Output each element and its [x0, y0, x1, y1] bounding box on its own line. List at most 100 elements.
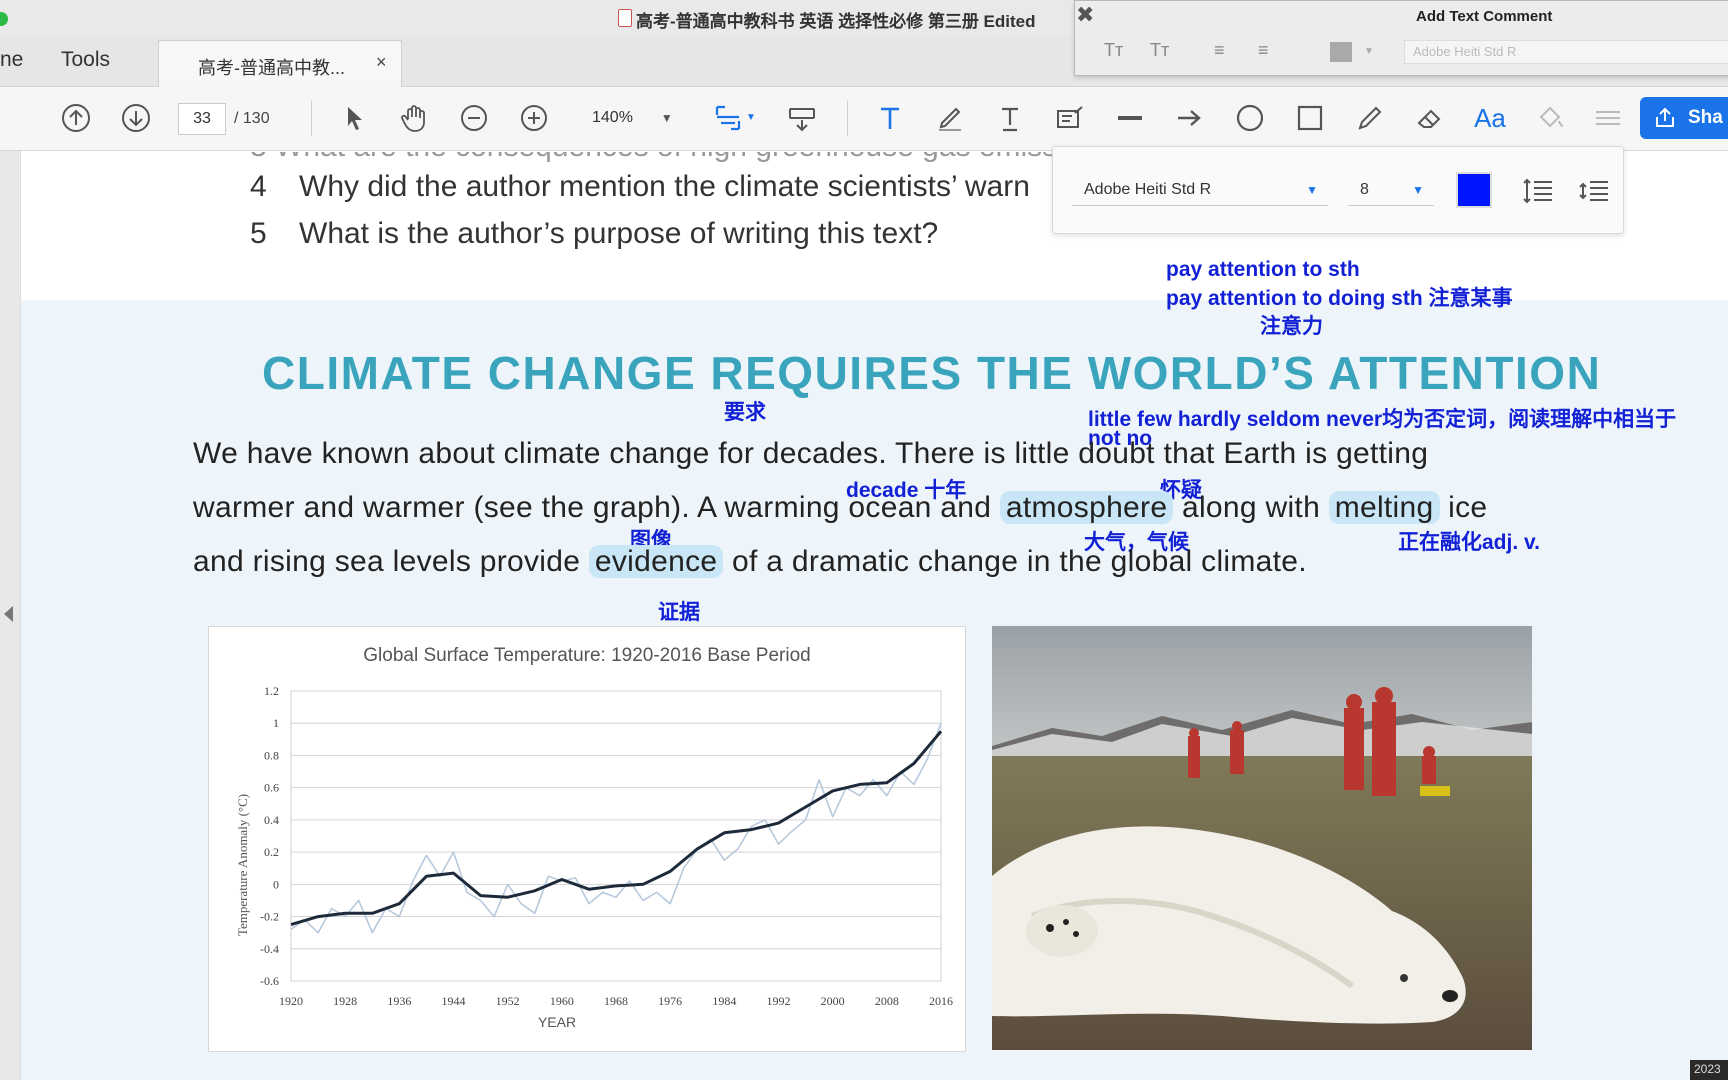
chart-x-tick-label: 1960: [550, 994, 574, 1008]
window-title: 高考-普通高中教科书 英语 选择性必修 第三册 Edited: [636, 12, 1036, 31]
annotation-attention-meaning[interactable]: 注意力: [1260, 310, 1323, 340]
eraser-icon[interactable]: [1412, 100, 1448, 136]
highlight-melting[interactable]: melting: [1328, 491, 1440, 524]
chart-x-tick-label: 1936: [387, 994, 411, 1008]
chart-x-tick-label: 1944: [442, 994, 466, 1008]
next-page-icon[interactable]: [118, 100, 154, 136]
paragraph-text: along with: [1173, 491, 1329, 524]
chevron-down-icon[interactable]: ▼: [1364, 46, 1374, 57]
font-color-swatch[interactable]: [1456, 172, 1492, 208]
chart-y-tick-label: 0.6: [264, 781, 279, 795]
fit-page-icon[interactable]: [710, 100, 746, 136]
line-weight-icon[interactable]: [1590, 100, 1626, 136]
highlight-atmosphere[interactable]: atmosphere: [999, 491, 1174, 524]
chart-y-tick-label: 0.4: [264, 813, 279, 827]
select-arrow-icon[interactable]: [336, 100, 372, 136]
close-icon[interactable]: ✖: [1076, 2, 1094, 28]
polar-bear-photo: [992, 626, 1532, 1050]
zoom-level-select[interactable]: 140% ▼: [578, 103, 678, 133]
chart-y-tick-label: 1: [273, 716, 279, 730]
fill-color-icon[interactable]: [1532, 100, 1568, 136]
line-tool-icon[interactable]: [1112, 100, 1148, 136]
pencil-icon[interactable]: [1352, 100, 1388, 136]
tab-close-icon[interactable]: ×: [376, 52, 387, 73]
chart-y-tick-label: 0.8: [264, 748, 279, 762]
chart-y-tick-label: -0.2: [260, 910, 279, 924]
rectangle-tool-icon[interactable]: [1292, 100, 1328, 136]
highlight-icon[interactable]: [932, 100, 968, 136]
annotation-negatives[interactable]: little few hardly seldom never均为否定词，阅读理解…: [1088, 403, 1676, 433]
chart-x-tick-label: 1976: [658, 994, 682, 1008]
question-4-number: 4: [250, 170, 267, 203]
font-size-select[interactable]: 8 ▼: [1348, 176, 1434, 206]
pdf-document-icon: [618, 9, 632, 27]
add-text-icon[interactable]: [872, 100, 908, 136]
chart-x-tick-label: 1984: [712, 994, 736, 1008]
text-properties-icon[interactable]: Aa: [1472, 100, 1508, 136]
chart-x-tick-label: 2008: [875, 994, 899, 1008]
chart-x-tick-label: 1920: [279, 994, 303, 1008]
chart-y-label: Temperature Anomaly (°C): [235, 794, 250, 936]
tab-tools[interactable]: Tools: [61, 48, 110, 72]
hand-tool-icon[interactable]: [396, 100, 432, 136]
paragraph-text: warmer and warmer (see the graph). A war…: [193, 491, 1000, 524]
chart-y-ticks: 1.2 1 0.8 0.6 0.4 0.2 0 -0.2 -0.4 -0.6: [260, 684, 279, 988]
chart-series: [290, 722, 943, 934]
decrease-font-size-icon[interactable]: Tт: [1104, 40, 1123, 61]
previous-page-icon[interactable]: [58, 100, 94, 136]
line-spacing-icon[interactable]: [1522, 176, 1554, 211]
text-color-swatch[interactable]: [1330, 42, 1352, 62]
chart-x-tick-label: 1968: [604, 994, 628, 1008]
annotation-pay-attention-1[interactable]: pay attention to sth: [1166, 258, 1360, 282]
line-spacing-icon[interactable]: ≡: [1214, 40, 1225, 61]
timestamp-overlay: 2023: [1690, 1060, 1728, 1080]
chevron-down-icon: ▼: [660, 111, 673, 125]
expand-panel-icon[interactable]: [4, 606, 13, 622]
chart-y-tick-label: -0.6: [260, 974, 279, 988]
chart-y-tick-label: -0.4: [260, 942, 279, 956]
chart-title: Global Surface Temperature: 1920-2016 Ba…: [363, 645, 810, 666]
annotation-melting[interactable]: 正在融化adj. v.: [1398, 526, 1540, 556]
paragraph-text: ice: [1439, 491, 1488, 524]
text-underline-icon[interactable]: [992, 100, 1028, 136]
toolbar-divider: [847, 100, 848, 136]
chart-x-tick-label: 2000: [821, 994, 845, 1008]
arrow-tool-icon[interactable]: [1172, 100, 1208, 136]
chart-x-tick-label: 1992: [767, 994, 791, 1008]
chart-y-tick-label: 0.2: [264, 845, 279, 859]
page-number-input[interactable]: 33: [178, 103, 226, 135]
tab-home[interactable]: ne: [0, 48, 23, 72]
highlight-evidence[interactable]: evidence: [588, 545, 724, 578]
increase-font-size-icon[interactable]: Tт: [1150, 40, 1169, 61]
annotation-pay-attention-2[interactable]: pay attention to doing sth 注意某事: [1166, 282, 1512, 312]
zoom-in-icon[interactable]: [516, 100, 552, 136]
toolbar-divider: [311, 100, 312, 136]
text-box-icon[interactable]: [1052, 100, 1088, 136]
font-family-select[interactable]: Adobe Heiti Std R ▼: [1072, 176, 1328, 206]
page-total: / 130: [234, 110, 270, 127]
chart-series-line-annual: [290, 722, 942, 934]
comment-font-field[interactable]: Adobe Heiti Std R: [1404, 40, 1728, 64]
share-icon: [1656, 107, 1674, 127]
font-size-value: 8: [1360, 181, 1369, 198]
annotation-evidence[interactable]: 证据: [658, 596, 700, 626]
paragraph-spacing-icon[interactable]: [1578, 176, 1610, 211]
zoom-out-icon[interactable]: [456, 100, 492, 136]
ellipse-tool-icon[interactable]: [1232, 100, 1268, 136]
chart-plot-frame: [290, 690, 942, 982]
chart-x-tick-label: 1952: [496, 994, 520, 1008]
share-button[interactable]: Sha: [1640, 97, 1728, 139]
paragraph-spacing-icon[interactable]: ≡: [1258, 40, 1269, 61]
font-family-value: Adobe Heiti Std R: [1084, 181, 1212, 198]
paragraph-text: and rising sea levels provide: [193, 545, 589, 578]
chart-x-ticks: 1920 1928 1936 1944 1952 1960 1968 1976 1984 1992…: [279, 994, 953, 1008]
chart-x-tick-label: 1928: [333, 994, 357, 1008]
add-text-comment-panel: [1074, 0, 1728, 76]
comment-panel-title: Add Text Comment: [1416, 8, 1553, 25]
paragraph-line-2: warmer and warmer (see the graph). A war…: [193, 491, 1487, 525]
chevron-down-icon[interactable]: ▼: [746, 112, 756, 123]
annotation-requires[interactable]: 要求: [724, 396, 766, 426]
keyboard-scroll-icon[interactable]: [784, 100, 820, 136]
paragraph-line-3: and rising sea levels provide evidence o…: [193, 545, 1307, 579]
question-4-text: Why did the author mention the climate s…: [299, 170, 1030, 203]
